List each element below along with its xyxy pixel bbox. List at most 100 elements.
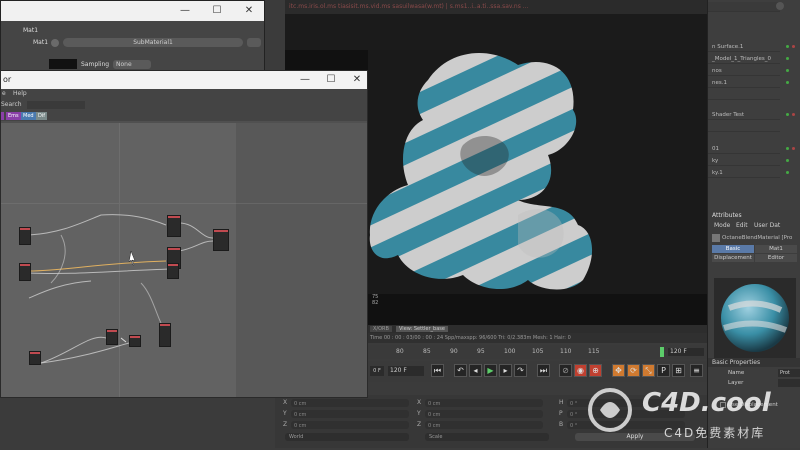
visibility-icon[interactable] [786, 57, 789, 60]
sampling-select[interactable]: None [113, 60, 151, 69]
shader-node[interactable] [129, 335, 141, 347]
shader-node[interactable] [19, 227, 31, 245]
visibility-icon[interactable] [786, 113, 789, 116]
link-menu-button[interactable] [247, 38, 261, 47]
shader-node[interactable] [167, 215, 181, 237]
close-icon[interactable]: ✕ [233, 1, 265, 21]
record-icon[interactable]: ◉ [574, 364, 587, 377]
size-y-field[interactable]: 0 cm [425, 410, 543, 418]
goto-end-icon[interactable]: ⏭ [537, 364, 550, 377]
scale-key-icon[interactable]: ⤡ [642, 364, 655, 377]
category-tag-dif[interactable]: Dif [36, 112, 47, 120]
shader-node[interactable] [167, 263, 179, 279]
visibility-icon[interactable] [786, 81, 789, 84]
goto-start-icon[interactable]: ⏮ [431, 364, 444, 377]
object-row[interactable]: n Surface.1 [708, 42, 780, 52]
section-basic-properties[interactable]: Basic Properties [708, 358, 800, 367]
playhead[interactable] [660, 347, 664, 357]
play-icon[interactable]: ▶ [484, 364, 497, 377]
pos-x-field[interactable]: 0 cm [291, 399, 409, 407]
category-tag-med[interactable]: Med [21, 112, 36, 120]
object-label: Shader Test [712, 112, 745, 118]
render-viewport[interactable] [368, 50, 708, 295]
object-row[interactable]: 01 [708, 144, 780, 154]
status-strip: itc.ms.iris.ol.ms tiasisit.ms.vid.ms sas… [285, 0, 707, 14]
start-frame-field[interactable]: 120 F [388, 366, 424, 376]
object-row[interactable]: nos [708, 66, 780, 76]
visibility-icon[interactable] [786, 69, 789, 72]
render-toggle-icon[interactable] [792, 113, 795, 116]
node-canvas[interactable] [1, 123, 236, 397]
menu-file[interactable]: e [2, 90, 6, 97]
visibility-icon[interactable] [786, 171, 789, 174]
move-key-icon[interactable]: ✥ [612, 364, 625, 377]
object-row[interactable]: ky.1 [708, 168, 780, 178]
object-row[interactable]: ky [708, 156, 780, 166]
render-toggle-icon[interactable] [792, 45, 795, 48]
minimize-icon[interactable]: — [169, 1, 201, 21]
prop-name-field[interactable]: Prot [778, 369, 800, 377]
size-x-field[interactable]: 0 cm [425, 399, 543, 407]
menu-edit[interactable]: Edit [736, 222, 748, 229]
tab-displacement[interactable]: Displacement [712, 254, 754, 262]
size-z-field[interactable]: 0 cm [425, 421, 543, 429]
menu-help[interactable]: Help [13, 90, 27, 97]
pos-z-field[interactable]: 0 cm [291, 421, 409, 429]
shader-node[interactable] [19, 263, 31, 281]
current-frame-field[interactable]: 0 F [370, 366, 384, 376]
object-label: nes.1 [712, 80, 727, 86]
step-forward-icon[interactable]: ▸ [499, 364, 512, 377]
step-back-icon[interactable]: ◂ [469, 364, 482, 377]
object-manager: n Surface.1 _Model_1_Triangles_0 nos nes… [707, 0, 800, 210]
pla-key-icon[interactable]: ⊞ [672, 364, 685, 377]
maximize-icon[interactable]: ☐ [201, 1, 233, 21]
visibility-icon[interactable] [786, 45, 789, 48]
coord-row-1: X [283, 399, 287, 406]
object-row[interactable] [708, 122, 780, 132]
view-tab-a[interactable]: X/ORB [370, 326, 392, 332]
render-toggle-icon[interactable] [792, 147, 795, 150]
watermark-main: C4D.cool [642, 388, 771, 418]
prev-key-icon[interactable]: ↶ [454, 364, 467, 377]
coord-mode-select[interactable]: World [285, 433, 409, 441]
object-row[interactable] [708, 90, 780, 100]
timeline-ruler[interactable]: 80 85 90 95 100 105 110 115 120 F [368, 345, 708, 359]
object-label: n Surface.1 [712, 44, 744, 50]
visibility-icon[interactable] [786, 147, 789, 150]
visibility-icon[interactable] [786, 159, 789, 162]
node-editor-titlebar[interactable]: or — ☐ ✕ [1, 71, 367, 89]
view-tab-b[interactable]: View: Settler_base [396, 326, 448, 332]
pos-y-field[interactable]: 0 cm [291, 410, 409, 418]
object-row[interactable]: Shader Test [708, 110, 780, 120]
auto-key-icon[interactable]: ⊕ [589, 364, 602, 377]
tab-mat1[interactable]: Mat1 [755, 245, 797, 253]
menu-mode[interactable]: Mode [714, 222, 730, 229]
object-label: 01 [712, 146, 719, 152]
menu-user-data[interactable]: User Dat [754, 222, 780, 229]
shader-node[interactable] [159, 323, 171, 347]
material-window-titlebar[interactable]: — ☐ ✕ [1, 1, 264, 21]
close-icon[interactable]: ✕ [341, 71, 373, 89]
object-row[interactable] [708, 2, 780, 12]
param-key-icon[interactable]: P [657, 364, 670, 377]
next-key-icon[interactable]: ↷ [514, 364, 527, 377]
timeline-menu-icon[interactable]: ≡ [690, 364, 703, 377]
shader-node[interactable] [106, 329, 118, 345]
keyframe-icon[interactable] [51, 39, 59, 47]
tab-editor[interactable]: Editor [755, 254, 797, 262]
rotate-key-icon[interactable]: ⟳ [627, 364, 640, 377]
search-icon[interactable] [776, 2, 784, 10]
shader-node[interactable] [29, 351, 41, 365]
category-tag-cut[interactable] [1, 112, 4, 120]
end-frame-field[interactable]: 120 F [668, 348, 704, 356]
blend-material-output-node[interactable] [213, 229, 229, 251]
category-tag-ems[interactable]: Ems [6, 112, 21, 120]
object-row[interactable]: _Model_1_Triangles_0 [708, 54, 780, 64]
render-image [368, 50, 708, 295]
submaterial-link-field[interactable]: SubMaterial1 [63, 38, 243, 47]
size-mode-select[interactable]: Scale [425, 433, 549, 441]
search-input[interactable] [27, 101, 85, 109]
object-row[interactable]: nes.1 [708, 78, 780, 88]
record-key-icon[interactable]: ⊘ [559, 364, 572, 377]
tab-basic[interactable]: Basic [712, 245, 754, 253]
